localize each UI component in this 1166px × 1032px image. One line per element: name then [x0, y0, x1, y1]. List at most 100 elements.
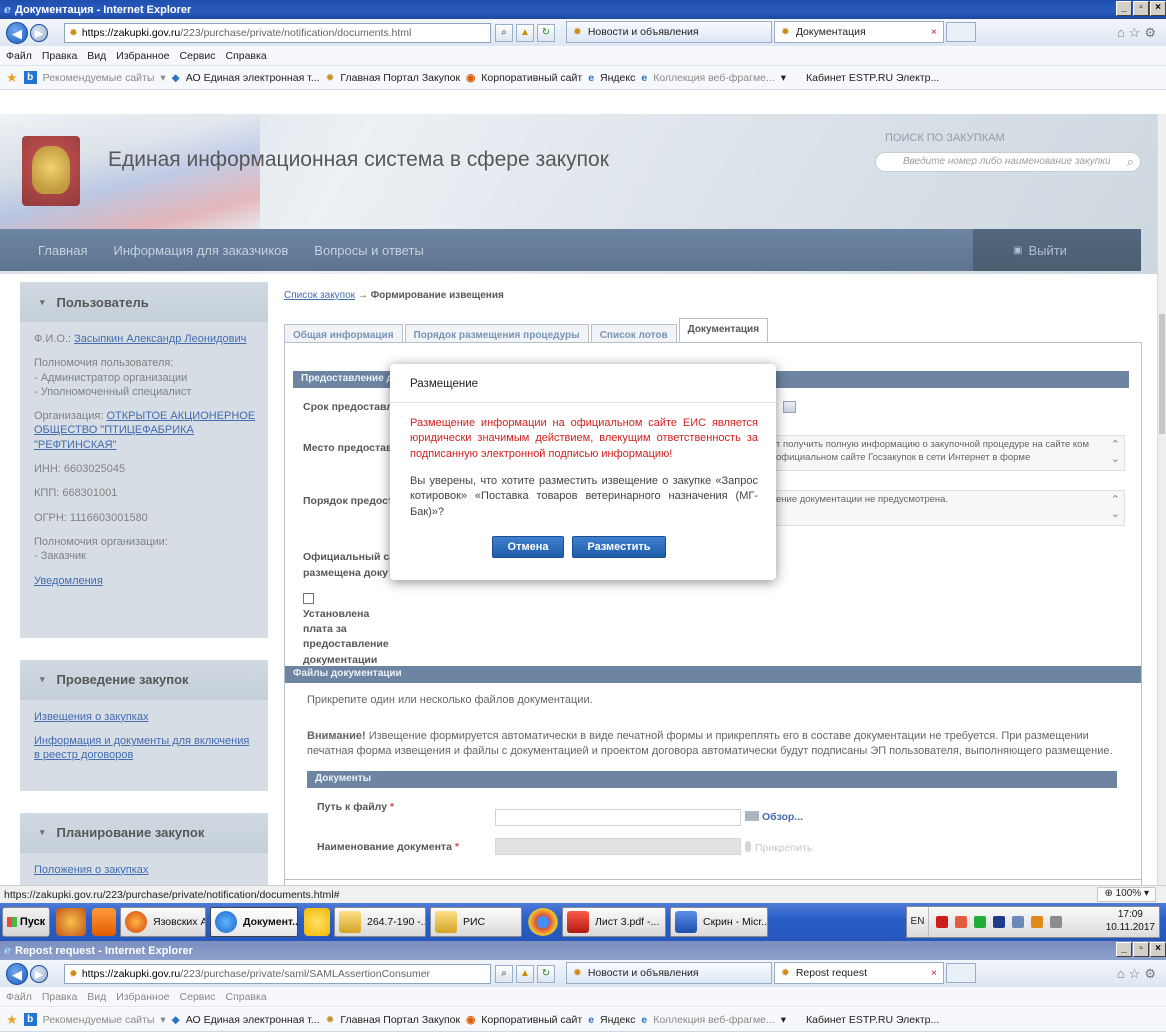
- 1c-app-icon[interactable]: [304, 908, 330, 936]
- search-dropdown-icon[interactable]: ⌕: [495, 23, 513, 42]
- tab-news[interactable]: ✹ Новости и объявления: [566, 21, 772, 43]
- menu-file[interactable]: Файл: [6, 991, 32, 1003]
- close-tab-icon[interactable]: ×: [931, 967, 937, 979]
- fav-main[interactable]: Главная Портал Закупок: [340, 1014, 460, 1026]
- window2-title: Repost request - Internet Explorer: [15, 944, 193, 957]
- fav-collection[interactable]: Коллекция веб-фрагме...: [653, 72, 775, 84]
- taskbar-item-folder-264[interactable]: 264.7-190 -...: [334, 907, 426, 937]
- tray-network-icon[interactable]: [993, 916, 1005, 928]
- taskbar-item-firefox[interactable]: Язовских Ан...: [120, 907, 206, 937]
- favorites-star-icon[interactable]: ★: [6, 70, 18, 86]
- fav-corp[interactable]: Корпоративный сайт: [481, 72, 582, 84]
- cancel-button[interactable]: Отмена: [492, 536, 564, 558]
- tab-documentation[interactable]: ✹ Документация ×: [774, 21, 944, 43]
- taskbar: Пуск Язовских Ан... Документ... 264.7-19…: [0, 903, 1166, 941]
- close-tab-icon[interactable]: ×: [931, 26, 937, 38]
- fav-ao[interactable]: АО Единая электронная т...: [186, 72, 320, 84]
- fox-app-icon[interactable]: [56, 908, 86, 936]
- close-window-button[interactable]: ×: [1150, 942, 1166, 957]
- menu-favorites[interactable]: Избранное: [116, 50, 169, 62]
- b-icon: b: [23, 1013, 37, 1026]
- taskbar-item-ie[interactable]: Документ...: [210, 907, 298, 937]
- page-viewport: Единая информационная система в сфере за…: [0, 114, 1157, 885]
- window2-favorites-bar: ★ b Рекомендуемые сайты ▾ ◆ АО Единая эле…: [0, 1008, 1166, 1032]
- start-label: Пуск: [19, 916, 46, 928]
- back-button[interactable]: ◀: [6, 21, 28, 44]
- taskbar-item-pdf[interactable]: Лист 3.pdf -...: [562, 907, 666, 937]
- pdf-icon: [567, 911, 589, 933]
- refresh-icon[interactable]: ↻: [537, 23, 555, 42]
- corporate-icon: ◉: [466, 1013, 476, 1026]
- clock-time: 17:09: [1117, 909, 1143, 920]
- window2-tab-news[interactable]: ✹ Новости и объявления: [566, 962, 772, 984]
- menu-view[interactable]: Вид: [87, 50, 106, 62]
- window2-url-field[interactable]: ✹ https://zakupki.gov.ru/223/purchase/pr…: [64, 963, 491, 984]
- fav-recommended[interactable]: Рекомендуемые сайты: [43, 72, 155, 84]
- ie-page-icon: e: [641, 71, 648, 84]
- menu-edit[interactable]: Правка: [42, 50, 77, 62]
- tray-red-icon[interactable]: [936, 916, 948, 928]
- fav-main[interactable]: Главная Портал Закупок: [340, 72, 460, 84]
- lock-icon[interactable]: ▲: [516, 23, 534, 42]
- window-title-bar: e Документация - Internet Explorer _ ▫ ×: [0, 0, 1166, 19]
- dialog-question: Вы уверены, что хотите разместить извеще…: [410, 475, 758, 518]
- folder-icon: [435, 911, 457, 933]
- eagle-favicon-icon: ✹: [573, 26, 582, 38]
- tray-shield-icon[interactable]: [955, 916, 967, 928]
- minimize-button[interactable]: _: [1116, 1, 1132, 16]
- fav-yandex[interactable]: Яндекс: [600, 72, 635, 84]
- new-tab-button[interactable]: [946, 963, 976, 983]
- start-button[interactable]: Пуск: [2, 907, 50, 937]
- back-button[interactable]: ◀: [6, 962, 28, 985]
- close-window-button[interactable]: ×: [1150, 1, 1166, 16]
- taskbar-item-word[interactable]: Скрин - Micr...: [670, 907, 768, 937]
- maximize-button[interactable]: ▫: [1133, 1, 1149, 16]
- new-tab-button[interactable]: [946, 22, 976, 42]
- menu-file[interactable]: Файл: [6, 50, 32, 62]
- maximize-button[interactable]: ▫: [1133, 942, 1149, 957]
- menu-edit[interactable]: Правка: [42, 991, 77, 1003]
- media-app-icon[interactable]: [92, 908, 116, 936]
- fav-cabinet[interactable]: Кабинет ESTP.RU Электр...: [806, 1014, 939, 1026]
- language-indicator[interactable]: EN: [907, 907, 929, 937]
- menu-favorites[interactable]: Избранное: [116, 991, 169, 1003]
- lock-icon[interactable]: ▲: [516, 964, 534, 983]
- tray-update-icon[interactable]: [1031, 916, 1043, 928]
- diamond-icon: ◆: [171, 1013, 180, 1026]
- search-dropdown-icon[interactable]: ⌕: [495, 964, 513, 983]
- page-scrollbar[interactable]: [1157, 114, 1166, 885]
- forward-button[interactable]: ▶: [30, 964, 48, 983]
- favorites-bar: ★ b Рекомендуемые сайты ▾ ◆ АО Единая эле…: [0, 66, 1166, 90]
- zoom-value: 100%: [1115, 888, 1142, 899]
- clock-date: 10.11.2017: [1105, 921, 1155, 933]
- publish-button[interactable]: Разместить: [572, 536, 666, 558]
- fav-ao[interactable]: АО Единая электронная т...: [186, 1014, 320, 1026]
- minimize-button[interactable]: _: [1116, 942, 1132, 957]
- fav-cabinet[interactable]: Кабинет ESTP.RU Электр...: [806, 72, 939, 84]
- tray-green-icon[interactable]: [974, 916, 986, 928]
- tray-keyboard-icon[interactable]: [1050, 916, 1062, 928]
- taskbar-item-folder-ris[interactable]: РИС: [430, 907, 522, 937]
- window2-tab-repost[interactable]: ✹ Repost request ×: [774, 962, 944, 984]
- menu-help[interactable]: Справка: [225, 50, 266, 62]
- menu-view[interactable]: Вид: [87, 991, 106, 1003]
- clock[interactable]: 17:09 10.11.2017: [1106, 909, 1155, 934]
- tray-volume-icon[interactable]: [1012, 916, 1024, 928]
- dialog-warning: Размещение информации на официальном сай…: [410, 417, 758, 460]
- refresh-icon[interactable]: ↻: [537, 964, 555, 983]
- menu-tools[interactable]: Сервис: [180, 991, 216, 1003]
- favorites-star-icon[interactable]: ★: [6, 1012, 18, 1028]
- fav-yandex[interactable]: Яндекс: [600, 1014, 635, 1026]
- zoom-control[interactable]: ⊕ 100% ▾: [1097, 887, 1156, 902]
- chrome-icon[interactable]: [528, 908, 558, 936]
- home-favorites-tools-icons[interactable]: ⌂☆⚙: [1117, 966, 1160, 982]
- taskbar-item-label: Язовских Ан...: [153, 916, 205, 928]
- fav-recommended[interactable]: Рекомендуемые сайты: [43, 1014, 155, 1026]
- fav-collection[interactable]: Коллекция веб-фрагме...: [653, 1014, 775, 1026]
- home-favorites-tools-icons[interactable]: ⌂☆⚙: [1117, 25, 1160, 41]
- fav-corp[interactable]: Корпоративный сайт: [481, 1014, 582, 1026]
- menu-tools[interactable]: Сервис: [180, 50, 216, 62]
- forward-button[interactable]: ▶: [30, 23, 48, 42]
- url-field[interactable]: ✹ https://zakupki.gov.ru/223/purchase/pr…: [64, 22, 491, 43]
- menu-help[interactable]: Справка: [225, 991, 266, 1003]
